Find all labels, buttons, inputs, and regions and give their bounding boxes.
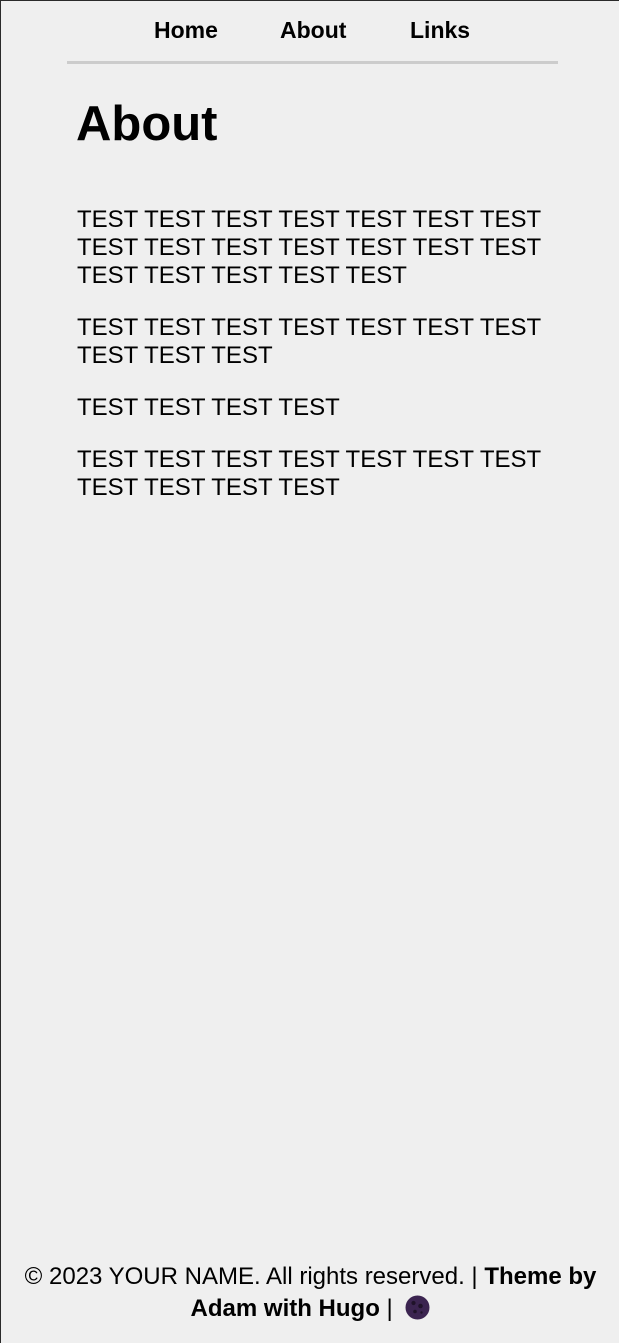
moon-icon-graphic [405,1295,430,1320]
nav-about-link[interactable]: About [280,17,346,43]
content-paragraph: TEST TEST TEST TEST TEST TEST TEST TEST … [77,446,541,501]
content-paragraph: TEST TEST TEST TEST [77,394,340,421]
nav-links-link[interactable]: Links [410,17,470,43]
page-title: About [76,97,218,151]
content-paragraph: TEST TEST TEST TEST TEST TEST TEST TEST … [77,206,541,289]
content-paragraph: TEST TEST TEST TEST TEST TEST TEST TEST … [77,314,541,369]
nav-home-link[interactable]: Home [154,17,218,43]
moon-icon[interactable] [405,1295,430,1320]
footer-separator: | [386,1295,393,1322]
copyright-text: © 2023 YOUR NAME. All rights reserved. | [24,1263,478,1290]
main-content: TEST TEST TEST TEST TEST TEST TEST TEST … [77,206,563,526]
top-navigation: Home About Links [67,1,558,64]
footer: © 2023 YOUR NAME. All rights reserved. |… [1,1261,619,1325]
